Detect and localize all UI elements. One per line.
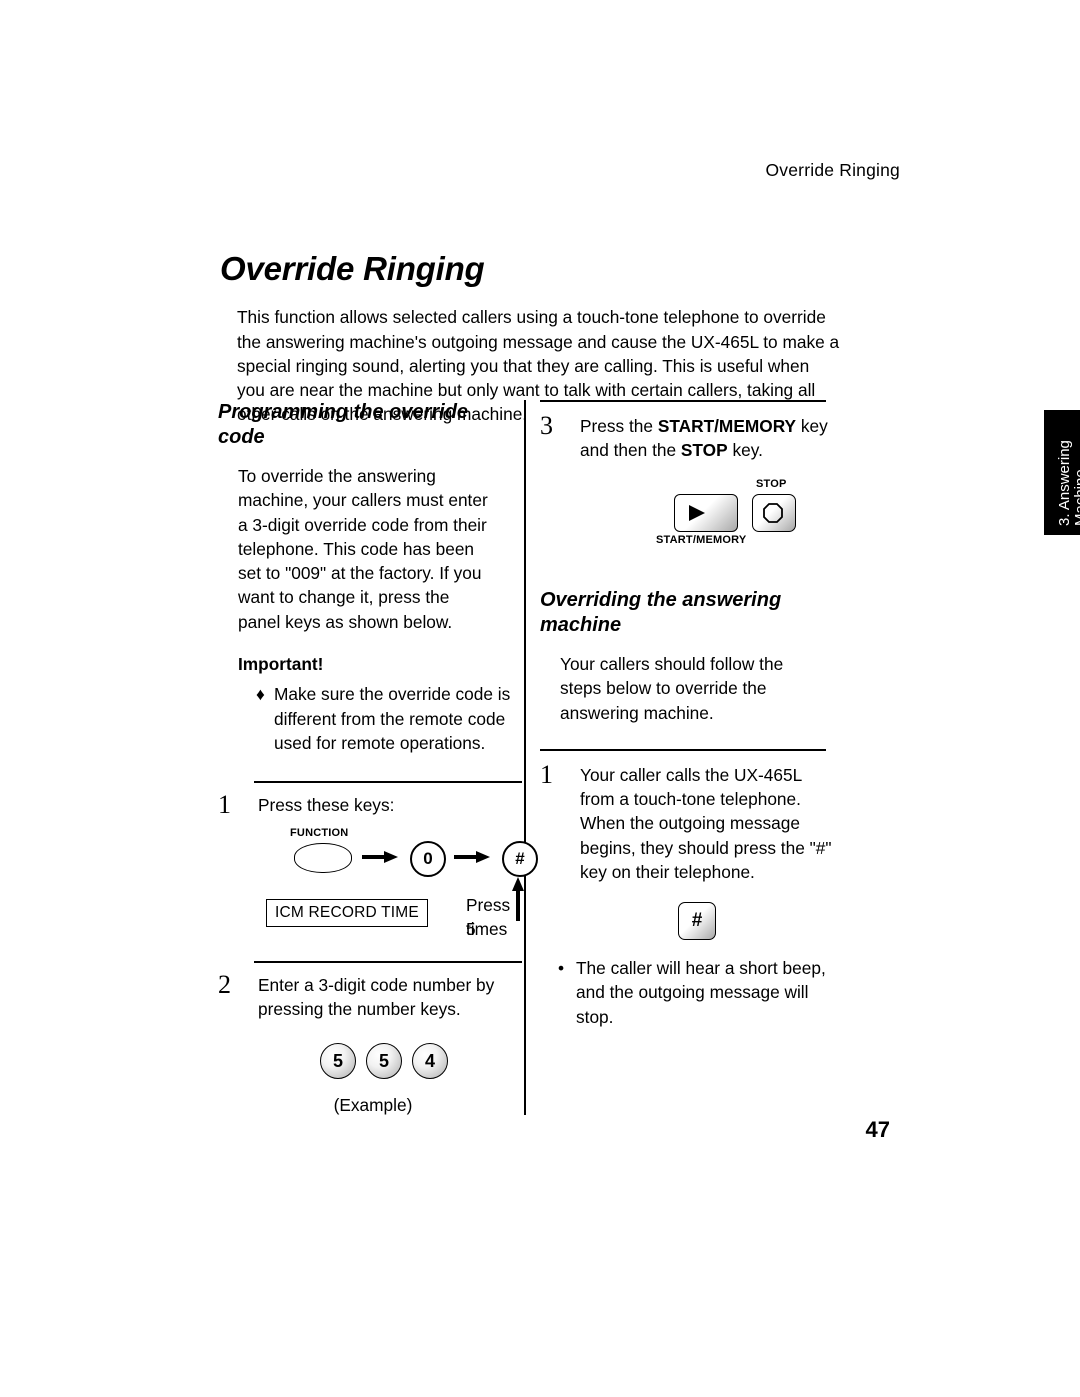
step-text: Press these keys: [258,794,395,815]
step-number: 1 [218,789,231,819]
stop-key-label: STOP [756,478,787,491]
key-5b-icon: 5 [366,1043,402,1080]
side-tab-line1: 3. Answering [1056,440,1073,526]
key-sequence-illustration: FUNCTION 0 # [258,827,538,922]
step-text-2: Enter a 3-digit code number by pressing … [258,974,495,1020]
press-times-line2: times [466,919,508,940]
step-text-r1: Your caller calls the UX-465L from a tou… [580,764,832,882]
hash-key-illustration: # [580,902,840,956]
right-step-rule-2 [540,749,826,751]
arrow-right-icon [362,851,400,864]
right-section-paragraph: Your callers should follow the steps bel… [560,654,784,723]
page-number: 47 [865,1117,890,1142]
key-hash-icon: # [502,841,538,878]
step-rule [254,781,522,783]
step-number-3: 3 [540,410,553,440]
start-memory-bold: START/MEMORY [657,415,797,436]
side-tab: 3. Answering Machine [1044,410,1080,535]
step3-text-before: Press the [580,415,658,436]
key-5a-icon: 5 [320,1043,356,1080]
hash-key-icon: # [678,902,716,941]
example-label: (Example) [333,1095,413,1116]
octagon-icon [763,503,783,524]
right-step-1: 1 Your caller calls the UX-465L from a t… [540,759,840,1029]
function-key-icon [294,843,352,874]
step-number-r1: 1 [540,759,553,789]
function-key-label: FUNCTION [290,827,349,840]
diamond-bullet-icon: ♦ [256,684,265,705]
play-triangle-icon [689,505,705,522]
dot-bullet-icon: • [558,958,565,979]
start-memory-key-label: START/MEMORY [656,534,747,547]
important-bullet-text: Make sure the override code is different… [274,684,511,753]
right-step-rule [540,400,826,402]
left-section-paragraph: To override the answering machine, your … [238,466,488,632]
important-label: Important! [238,654,324,675]
left-column: Programming the override code To overrid… [218,400,538,1117]
left-step-2: 2 Enter a 3-digit code number by pressin… [218,969,518,1117]
step-text-3: Press the START/MEMORY key and then the … [580,416,828,460]
stop-key-icon [752,494,796,533]
document-page: Override Ringing Override Ringing This f… [0,0,1080,1397]
right-step-3: 3 Press the START/MEMORY key and then th… [540,410,840,559]
stop-bold: STOP [680,439,728,460]
step3-text-after: key. [727,439,763,460]
side-tab-line2: Machine [1072,469,1080,526]
column-divider [524,400,526,1115]
right-bullet-text: The caller will hear a short beep, and t… [576,958,826,1027]
important-bullet-item: ♦ Make sure the override code is differe… [256,682,512,755]
right-column: 3 Press the START/MEMORY key and then th… [540,400,840,1029]
key-4-icon: 4 [412,1043,448,1080]
right-section-heading: Overriding the answering machine [540,589,782,637]
icm-row: ICM RECORD TIME Press 5 times [258,893,518,945]
step-number-2: 2 [218,969,231,999]
running-head: Override Ringing [765,160,900,180]
left-step-1: 1 Press these keys: FUNCTION 0 # ICM REC… [218,789,538,945]
arrow-right-icon-2 [454,851,492,864]
page-title: Override Ringing [220,250,485,288]
icm-record-time-box: ICM RECORD TIME [266,899,428,928]
right-bullet-item: • The caller will hear a short beep, and… [558,956,844,1029]
key-0-icon: 0 [410,841,446,878]
left-section-heading: Programming the override code [218,401,469,448]
start-stop-illustration: START/MEMORY STOP [600,478,840,558]
start-memory-key-icon [674,494,738,533]
step-rule-2 [254,961,522,963]
number-keys-illustration: 5 5 4 [258,1043,518,1095]
